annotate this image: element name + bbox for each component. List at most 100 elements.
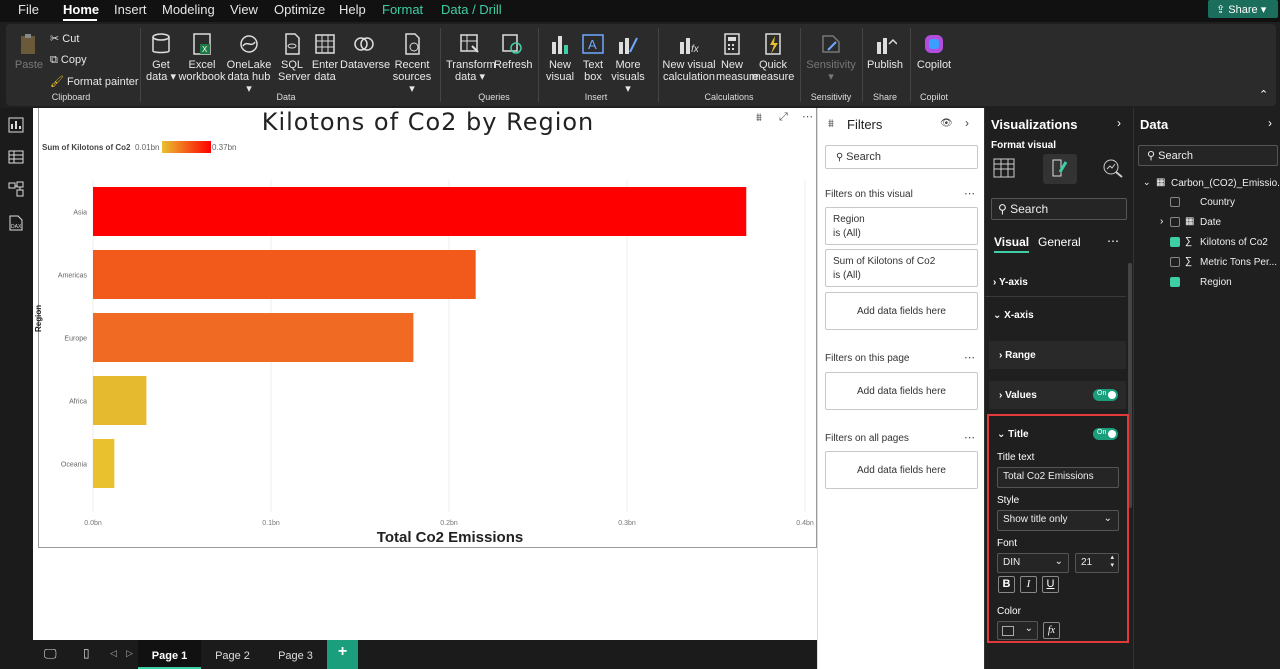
region-filter-label: Region — [833, 214, 865, 225]
eye-icon[interactable]: 👁 — [940, 118, 953, 129]
filters-on-page-label: Filters on this page — [825, 353, 910, 364]
collapse-filters-icon[interactable]: › — [965, 116, 969, 130]
search-icon: ⚲ — [998, 202, 1011, 216]
style-label: Style — [997, 495, 1020, 506]
data-pane: Data › ⚲ Search ⌄ ▦ Carbon_(CO2)_Emissio… — [1133, 108, 1280, 669]
region-filter-card[interactable]: Region is (All) — [825, 207, 978, 245]
color-picker[interactable]: ⌄ — [997, 621, 1038, 640]
x-axis-label: X-axis — [1004, 310, 1034, 321]
format-visual-tab[interactable] — [1043, 154, 1077, 184]
field-country[interactable]: Country — [1200, 197, 1235, 208]
y-tick-label: Europe — [64, 336, 87, 343]
table-icon: ▦ — [1156, 177, 1166, 188]
page-tab-1[interactable]: Page 1 — [138, 640, 201, 669]
filters-search-placeholder: Search — [846, 151, 881, 163]
add-page-filter-dropzone[interactable]: Add data fields here — [825, 372, 978, 410]
more-icon[interactable]: ⋯ — [964, 187, 975, 200]
title-section-header[interactable]: ⌄ Title — [997, 429, 1029, 440]
field-region[interactable]: Region — [1200, 277, 1232, 288]
x-tick-label: 0.4bn — [796, 520, 814, 527]
x-tick-label: 0.0bn — [84, 520, 102, 527]
values-toggle[interactable]: On — [1093, 389, 1118, 401]
filters-search-input[interactable]: ⚲ Search — [825, 145, 978, 169]
add-visual-filter-dropzone[interactable]: Add data fields here — [825, 292, 978, 330]
field-checkbox-country[interactable] — [1170, 197, 1180, 207]
field-date[interactable]: Date — [1200, 217, 1221, 228]
table-name[interactable]: Carbon_(CO2)_Emissio... — [1171, 178, 1280, 189]
x-tick-label: 0.3bn — [618, 520, 636, 527]
style-value: Show title only — [1003, 514, 1068, 525]
font-size-stepper[interactable]: 21 ▴ ▾ — [1075, 553, 1119, 573]
range-section[interactable]: › Range — [989, 341, 1126, 369]
bar-asia[interactable] — [93, 187, 747, 236]
font-size-value: 21 — [1081, 557, 1093, 568]
bold-button[interactable]: B — [998, 576, 1015, 593]
field-checkbox-region[interactable] — [1170, 277, 1180, 287]
viz-title: Visualizations — [991, 117, 1078, 132]
tab-visual[interactable]: Visual — [994, 235, 1030, 253]
bar-oceania[interactable] — [93, 439, 115, 488]
x-tick-label: 0.1bn — [262, 520, 280, 527]
more-icon[interactable]: ⋯ — [964, 351, 975, 364]
filters-on-visual-label: Filters on this visual — [825, 189, 913, 200]
x-tick-label: 0.2bn — [440, 520, 458, 527]
sigma-icon: ∑ — [1185, 256, 1193, 267]
field-checkbox-metric-tons[interactable] — [1170, 257, 1180, 267]
field-kilotons[interactable]: Kilotons of Co2 — [1200, 237, 1268, 248]
page-tab-3[interactable]: Page 3 — [264, 640, 327, 669]
chevron-down-icon: ⌄ — [1103, 513, 1112, 524]
chevron-right-icon[interactable]: › — [1160, 216, 1163, 227]
sum-filter-card[interactable]: Sum of Kilotons of Co2 is (All) — [825, 249, 978, 287]
title-toggle[interactable]: On — [1093, 428, 1118, 440]
x-axis-section[interactable]: ⌄ X-axis — [985, 301, 1126, 329]
chevron-down-icon: ⌄ — [1054, 556, 1063, 567]
data-search-input[interactable]: ⚲ Search — [1138, 145, 1278, 166]
collapse-viz-icon[interactable]: › — [1117, 116, 1121, 130]
style-dropdown[interactable]: Show title only ⌄ — [997, 510, 1119, 531]
field-checkbox-date[interactable] — [1170, 217, 1180, 227]
add-all-filter-dropzone[interactable]: Add data fields here — [825, 451, 978, 489]
viz-search-placeholder: Search — [1010, 202, 1049, 216]
search-icon: ⚲ — [1147, 150, 1159, 162]
analytics-icon[interactable] — [1102, 158, 1124, 178]
page-tab-2[interactable]: Page 2 — [201, 640, 264, 669]
viz-search-input[interactable]: ⚲ Search — [991, 198, 1127, 220]
range-label: Range — [1005, 350, 1036, 361]
y-axis-section[interactable]: › Y-axis — [985, 268, 1126, 296]
font-family-dropdown[interactable]: DIN ⌄ — [997, 553, 1069, 573]
title-text-input[interactable]: Total Co2 Emissions — [997, 467, 1119, 488]
italic-button[interactable]: I — [1020, 576, 1037, 593]
data-title: Data — [1140, 117, 1169, 132]
y-axis-label: Y-axis — [998, 277, 1028, 288]
chevron-down-icon[interactable]: ⌄ — [1143, 177, 1151, 188]
y-tick-label: Oceania — [61, 462, 87, 469]
stepper-arrows-icon: ▴ ▾ — [1110, 554, 1114, 569]
sum-filter-label: Sum of Kilotons of Co2 — [833, 256, 936, 267]
underline-button[interactable]: U — [1042, 576, 1059, 593]
more-options-icon[interactable]: ⋯ — [1107, 234, 1119, 248]
y-tick-label: Asia — [73, 210, 87, 217]
font-family-value: DIN — [1003, 557, 1021, 568]
font-label: Font — [997, 538, 1018, 549]
field-metric-tons[interactable]: Metric Tons Per... — [1200, 257, 1277, 268]
more-icon[interactable]: ⋯ — [964, 431, 975, 444]
filters-title: Filters — [847, 117, 883, 132]
mobile-layout-icon[interactable]: ▯ — [83, 646, 90, 660]
tab-general[interactable]: General — [1038, 235, 1081, 249]
fx-button[interactable]: fx — [1043, 622, 1060, 639]
prev-page-icon[interactable]: ◁ — [110, 648, 117, 659]
collapse-data-icon[interactable]: › — [1268, 116, 1272, 130]
bar-africa[interactable] — [93, 376, 147, 425]
desktop-layout-icon[interactable]: 🖵 — [44, 646, 57, 662]
title-section-label: Title — [1008, 429, 1029, 440]
filters-pane: ⩩ Filters 👁 › ⚲ Search Filters on this v… — [817, 108, 984, 669]
bar-americas[interactable] — [93, 250, 476, 299]
field-checkbox-kilotons[interactable] — [1170, 237, 1180, 247]
bar-europe[interactable] — [93, 313, 414, 362]
next-page-icon[interactable]: ▷ — [126, 648, 133, 659]
chevron-down-icon: ⌄ — [1024, 623, 1033, 634]
add-page-button[interactable]: + — [327, 640, 358, 669]
data-search-placeholder: Search — [1158, 150, 1193, 162]
build-visual-icon[interactable] — [993, 158, 1015, 178]
format-paintbrush-icon — [1052, 159, 1068, 177]
